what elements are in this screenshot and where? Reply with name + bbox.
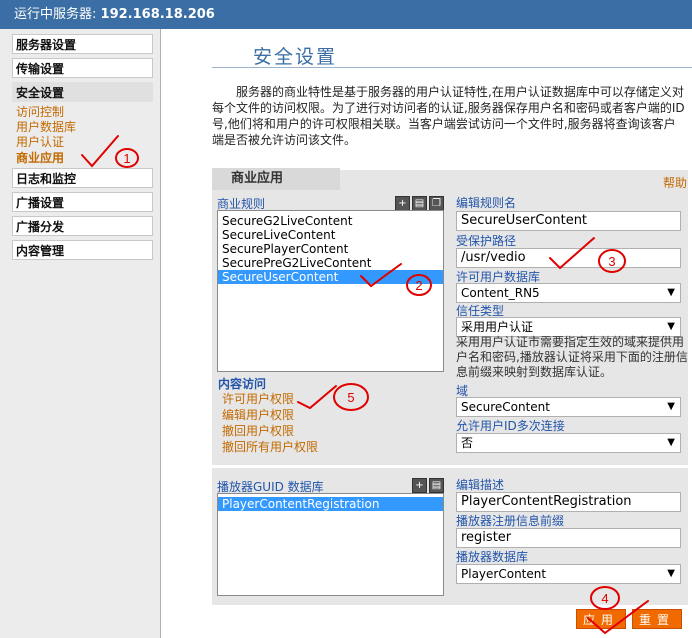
player-db-select[interactable]: PlayerContent ▼ [456, 564, 681, 584]
top-bar: 运行中服务器: 192.168.18.206 [0, 0, 692, 29]
player-db-value: PlayerContent [461, 567, 547, 581]
user-db-value: Content_RN5 [461, 286, 540, 300]
list-item-selected[interactable]: SecureUserContent [218, 270, 443, 284]
chevron-down-icon: ▼ [667, 437, 675, 448]
domain-value: SecureContent [461, 400, 550, 414]
reg-prefix-label: 播放器注册信息前缀 [456, 514, 565, 528]
page-title: 安全设置 [253, 46, 338, 68]
sidebar-divider [160, 29, 161, 638]
protected-path-label: 受保护路径 [456, 234, 517, 248]
sidebar-sublink-user-auth[interactable]: 用户认证 [16, 135, 64, 149]
sidebar-sublink-commerce[interactable]: 商业应用 [16, 151, 64, 165]
revoke-user-permission-link[interactable]: 撤回用户权限 [222, 422, 294, 439]
trust-type-value: 采用用户认证 [461, 320, 534, 334]
edit-rule-name-input[interactable]: SecureUserContent [456, 211, 681, 231]
player-db-label: 播放器数据库 [456, 550, 529, 564]
sidebar-item-logging[interactable]: 日志和监控 [12, 168, 153, 188]
intro-text: 服务器的商业特性是基于服务器的用户认证特性,在用户认证数据库中可以存储定义对每个… [212, 85, 685, 147]
chevron-down-icon: ▼ [667, 287, 675, 298]
sidebar-item-broadcast-distribution[interactable]: 广播分发 [12, 216, 153, 236]
sidebar-item-server-settings[interactable]: 服务器设置 [12, 34, 153, 54]
domain-select[interactable]: SecureContent ▼ [456, 397, 681, 417]
panel-tab-commerce: 商业应用 [212, 168, 340, 190]
sidebar-sublink-user-database[interactable]: 用户数据库 [16, 120, 76, 134]
help-link[interactable]: 帮助 [663, 174, 687, 191]
sidebar-item-content-management[interactable]: 内容管理 [12, 240, 153, 260]
reset-button[interactable]: 重置 [632, 609, 682, 629]
list-item[interactable]: SecureG2LiveContent [218, 214, 443, 228]
edit-user-permission-link[interactable]: 编辑用户权限 [222, 406, 294, 423]
multi-conn-value: 否 [461, 436, 474, 450]
protected-path-input[interactable]: /usr/vedio [456, 248, 681, 268]
edit-desc-input[interactable]: PlayerContentRegistration [456, 492, 681, 512]
sidebar-item-transport-settings[interactable]: 传输设置 [12, 58, 153, 78]
sidebar-item-broadcast-settings[interactable]: 广播设置 [12, 192, 153, 212]
panel-separator [212, 465, 688, 468]
trust-note: 采用用户认证市需要指定生效的域来提供用户名和密码,播放器认证将采用下面的注册信息… [456, 335, 688, 379]
multi-conn-select[interactable]: 否 ▼ [456, 433, 681, 453]
list-item[interactable]: SecurePlayerContent [218, 242, 443, 256]
chevron-down-icon: ▼ [667, 568, 675, 579]
add-icon[interactable]: + [395, 196, 410, 211]
add-icon[interactable]: + [412, 478, 427, 493]
server-address: 192.168.18.206 [100, 7, 215, 22]
guid-db-listbox[interactable]: PlayerContentRegistration [217, 493, 444, 596]
server-label: 运行中服务器: [14, 7, 97, 22]
apply-button[interactable]: 应用 [576, 609, 626, 629]
edit-rule-name-label: 编辑规则名 [456, 196, 517, 210]
trash-icon[interactable]: ▤ [429, 478, 444, 493]
list-item[interactable]: SecurePreG2LiveContent [218, 256, 443, 270]
chevron-down-icon: ▼ [667, 321, 675, 332]
list-item-selected[interactable]: PlayerContentRegistration [218, 497, 443, 511]
sidebar-sublink-access-control[interactable]: 访问控制 [16, 105, 64, 119]
user-db-select[interactable]: Content_RN5 ▼ [456, 283, 681, 303]
trash-icon[interactable]: ▤ [412, 196, 427, 211]
revoke-all-permissions-link[interactable]: 撤回所有用户权限 [222, 438, 318, 455]
multi-conn-label: 允许用户ID多次连接 [456, 419, 565, 433]
reg-prefix-input[interactable]: register [456, 528, 681, 548]
title-divider [212, 67, 692, 68]
copy-icon[interactable]: ❐ [429, 196, 444, 211]
rules-listbox[interactable]: SecureG2LiveContent SecureLiveContent Se… [217, 210, 444, 372]
sidebar-item-security-settings[interactable]: 安全设置 [12, 82, 153, 102]
trust-type-select[interactable]: 采用用户认证 ▼ [456, 317, 681, 337]
list-item[interactable]: SecureLiveContent [218, 228, 443, 242]
chevron-down-icon: ▼ [667, 401, 675, 412]
edit-desc-label: 编辑描述 [456, 478, 505, 492]
grant-user-permission-link[interactable]: 许可用户权限 [222, 390, 294, 407]
